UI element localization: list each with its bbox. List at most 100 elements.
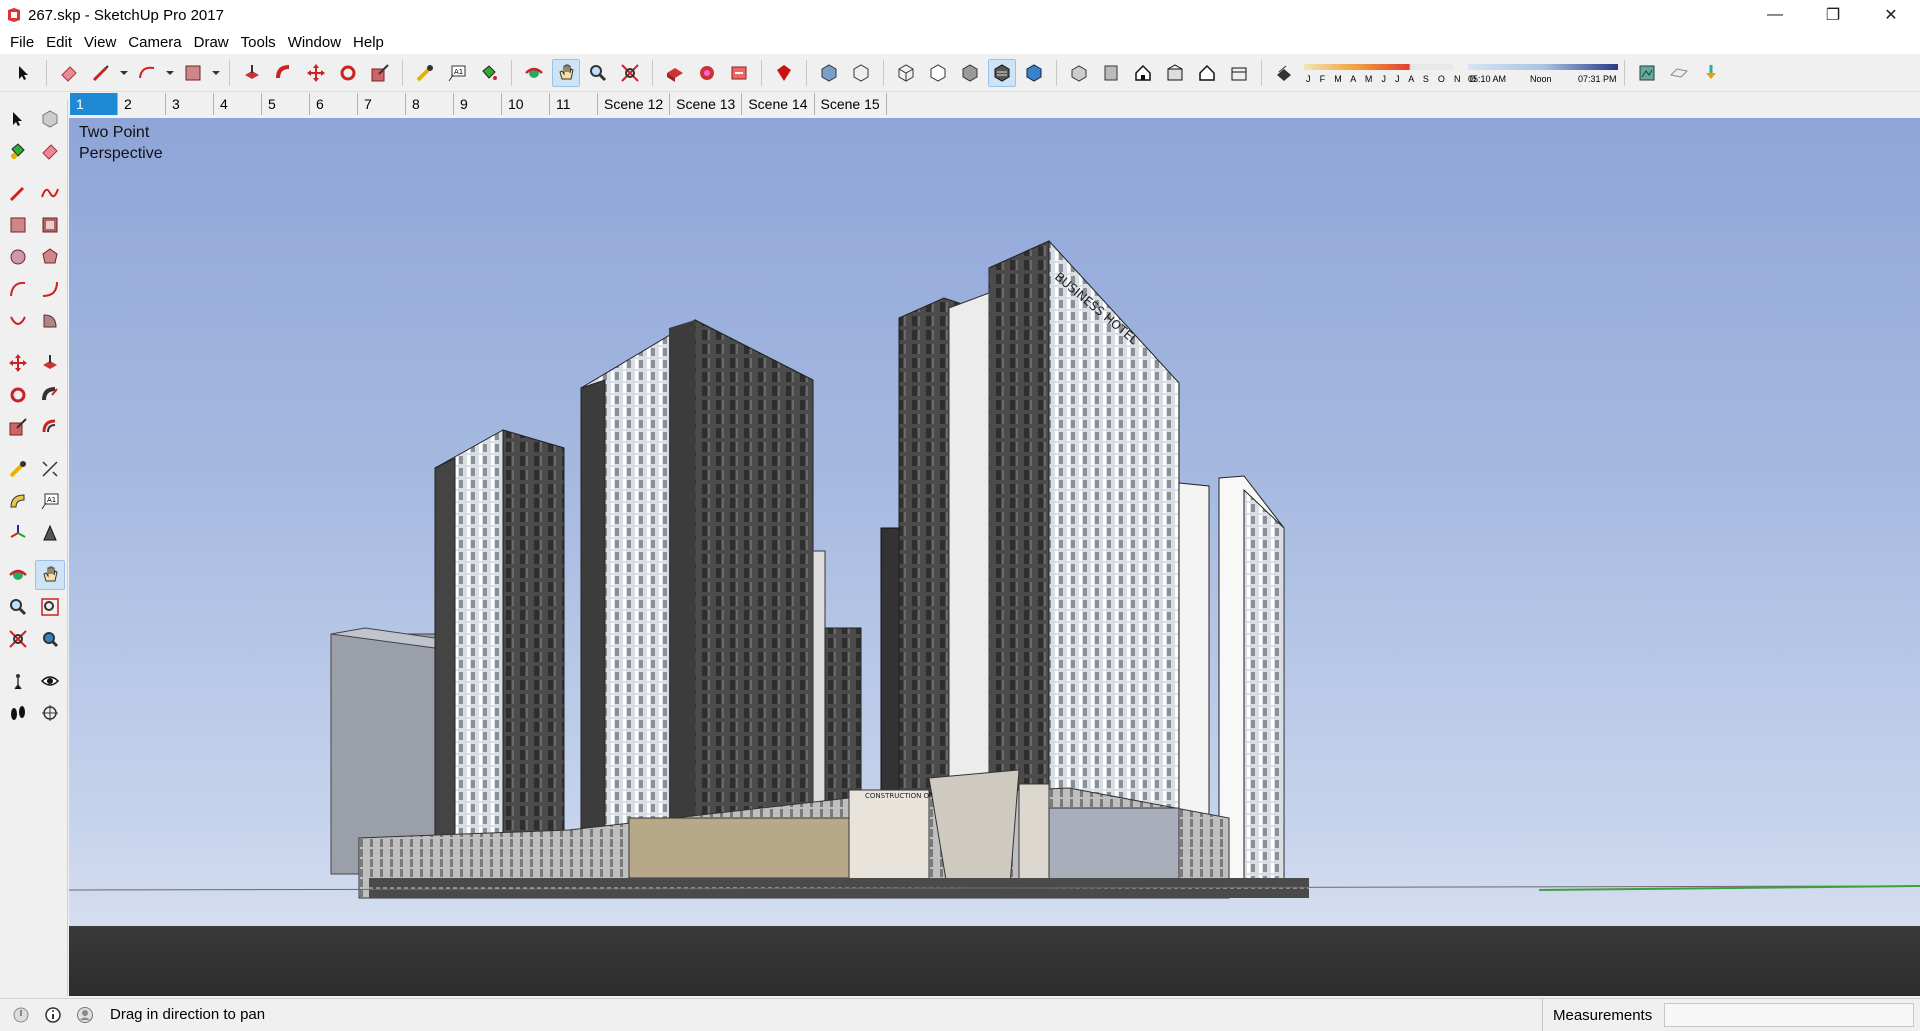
front-view-icon[interactable] — [1129, 59, 1157, 87]
menu-file[interactable]: File — [4, 34, 40, 51]
xray-style-icon[interactable] — [815, 59, 843, 87]
menu-help[interactable]: Help — [347, 34, 390, 51]
orbit-tool-icon[interactable] — [520, 59, 548, 87]
scene-tab[interactable]: 8 — [406, 93, 454, 115]
sign-in-user-icon[interactable] — [74, 1004, 96, 1026]
dimension-tool-icon[interactable] — [35, 454, 65, 484]
orbit-tool-icon[interactable] — [3, 560, 33, 590]
add-location-icon[interactable] — [1633, 59, 1661, 87]
photo-textures-icon[interactable] — [1697, 59, 1725, 87]
text-tool-icon[interactable]: A1 — [443, 59, 471, 87]
display-shadows-icon[interactable] — [1270, 59, 1298, 87]
scale-tool-icon[interactable] — [366, 59, 394, 87]
scene-tab[interactable]: 9 — [454, 93, 502, 115]
dropdown-arrow-icon[interactable] — [119, 59, 129, 87]
menu-view[interactable]: View — [78, 34, 122, 51]
scene-tab[interactable]: 11 — [550, 93, 598, 115]
freehand-tool-icon[interactable] — [35, 178, 65, 208]
zoom-extents-icon[interactable] — [3, 624, 33, 654]
rectangle-tool-icon[interactable] — [179, 59, 207, 87]
zoom-tool-icon[interactable] — [3, 592, 33, 622]
left-view-icon[interactable] — [1225, 59, 1253, 87]
scene-tab[interactable]: Scene 12 — [598, 93, 671, 115]
iso-view-icon[interactable] — [1065, 59, 1093, 87]
scene-tab[interactable]: 1 — [70, 93, 118, 115]
share-model-icon[interactable] — [693, 59, 721, 87]
shaded-with-textures-icon[interactable] — [988, 58, 1016, 87]
polygon-tool-icon[interactable] — [35, 242, 65, 272]
measurements-input[interactable] — [1664, 1003, 1914, 1027]
menu-draw[interactable]: Draw — [188, 34, 235, 51]
arc-tool-icon[interactable] — [3, 274, 33, 304]
minimize-button[interactable]: — — [1746, 0, 1804, 30]
wireframe-style-icon[interactable] — [892, 59, 920, 87]
scene-tab[interactable]: 4 — [214, 93, 262, 115]
axes-tool-icon[interactable] — [3, 518, 33, 548]
credits-info-icon[interactable] — [42, 1004, 64, 1026]
follow-me-tool-icon[interactable] — [35, 380, 65, 410]
zoom-extents-icon[interactable] — [616, 59, 644, 87]
right-view-icon[interactable] — [1161, 59, 1189, 87]
dropdown-arrow-icon[interactable] — [211, 59, 221, 87]
line-tool-icon[interactable] — [87, 59, 115, 87]
select-tool-icon[interactable] — [10, 59, 38, 87]
move-tool-icon[interactable] — [3, 348, 33, 378]
model-viewport[interactable]: BUSINESS HOTEL CONSTRUCTION OF Two Point… — [69, 118, 1920, 996]
scene-tab[interactable]: Scene 15 — [815, 93, 887, 115]
previous-view-icon[interactable] — [35, 624, 65, 654]
push-pull-tool-icon[interactable] — [35, 348, 65, 378]
walk-tool-icon[interactable] — [3, 698, 33, 728]
look-around-icon[interactable] — [35, 666, 65, 696]
tape-measure-tool-icon[interactable] — [3, 454, 33, 484]
rotate-tool-icon[interactable] — [334, 59, 362, 87]
scene-tab[interactable]: 6 — [310, 93, 358, 115]
rectangle-tool-icon[interactable] — [3, 210, 33, 240]
zoom-tool-icon[interactable] — [584, 59, 612, 87]
eraser-tool-icon[interactable] — [55, 59, 83, 87]
paint-bucket-tool-icon[interactable] — [475, 59, 503, 87]
ruby-console-icon[interactable] — [770, 59, 798, 87]
push-pull-tool-icon[interactable] — [238, 59, 266, 87]
hidden-line-style-icon[interactable] — [924, 59, 952, 87]
three-point-arc-tool-icon[interactable] — [3, 306, 33, 336]
back-edges-style-icon[interactable] — [847, 59, 875, 87]
scene-tab[interactable]: Scene 14 — [742, 93, 815, 115]
menu-edit[interactable]: Edit — [40, 34, 78, 51]
circle-tool-icon[interactable] — [3, 242, 33, 272]
offset-tool-icon[interactable] — [35, 412, 65, 442]
arc-tool-icon[interactable] — [133, 59, 161, 87]
text-tool-icon[interactable]: A1 — [35, 486, 65, 516]
3d-warehouse-icon[interactable] — [661, 59, 689, 87]
top-view-icon[interactable] — [1097, 59, 1125, 87]
scale-tool-icon[interactable] — [3, 412, 33, 442]
shadow-time-slider[interactable]: 05:10 AM Noon 07:31 PM — [1468, 59, 1618, 87]
tape-measure-tool-icon[interactable] — [411, 59, 439, 87]
rotate-tool-icon[interactable] — [3, 380, 33, 410]
position-camera-icon[interactable] — [3, 666, 33, 696]
follow-me-tool-icon[interactable] — [270, 59, 298, 87]
scene-tab[interactable]: 2 — [118, 93, 166, 115]
menu-window[interactable]: Window — [282, 34, 347, 51]
menu-tools[interactable]: Tools — [235, 34, 282, 51]
toggle-terrain-icon[interactable] — [1665, 59, 1693, 87]
shadow-date-slider[interactable]: J F M A M J J A S O N D — [1304, 59, 1476, 87]
monochrome-style-icon[interactable] — [1020, 59, 1048, 87]
menu-camera[interactable]: Camera — [122, 34, 187, 51]
shadow-time-track[interactable] — [1468, 63, 1618, 70]
back-view-icon[interactable] — [1193, 59, 1221, 87]
shadow-date-track[interactable] — [1304, 63, 1454, 70]
two-point-arc-tool-icon[interactable] — [35, 274, 65, 304]
pan-tool-icon[interactable] — [552, 58, 580, 87]
paint-bucket-tool-icon[interactable] — [3, 136, 33, 166]
geo-location-icon[interactable] — [10, 1004, 32, 1026]
dropdown-arrow-icon[interactable] — [165, 59, 175, 87]
close-button[interactable]: ✕ — [1862, 0, 1920, 30]
scene-tab[interactable]: 5 — [262, 93, 310, 115]
restore-button[interactable]: ❐ — [1804, 0, 1862, 30]
section-plane-icon[interactable] — [35, 698, 65, 728]
scene-tab[interactable]: Scene 13 — [670, 93, 743, 115]
scene-tab[interactable]: 10 — [502, 93, 550, 115]
scene-tab[interactable]: 7 — [358, 93, 406, 115]
3d-text-tool-icon[interactable] — [35, 518, 65, 548]
rotated-rectangle-tool-icon[interactable] — [35, 210, 65, 240]
